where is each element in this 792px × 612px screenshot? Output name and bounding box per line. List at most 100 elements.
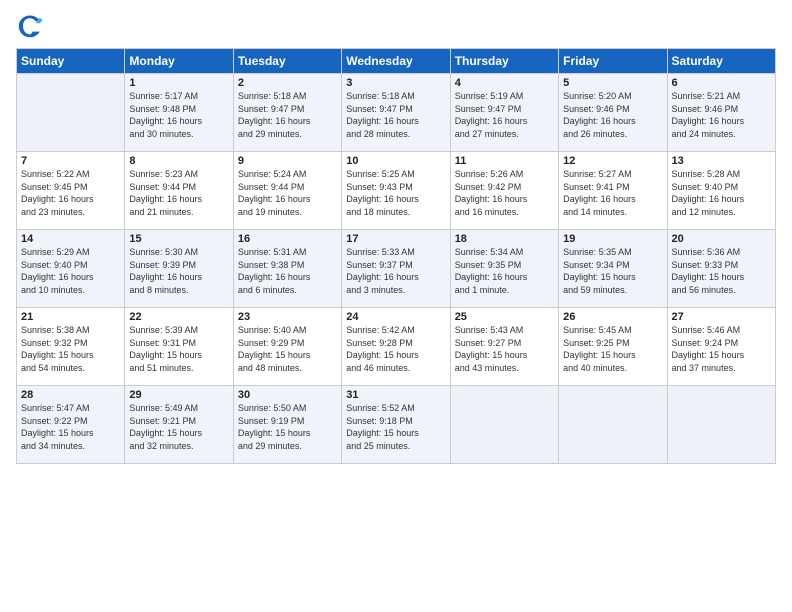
- day-number: 18: [455, 233, 554, 245]
- day-number: 21: [21, 311, 120, 323]
- day-info: Sunrise: 5:31 AMSunset: 9:38 PMDaylight:…: [238, 246, 337, 296]
- calendar-cell: 25Sunrise: 5:43 AMSunset: 9:27 PMDayligh…: [450, 308, 558, 386]
- day-info: Sunrise: 5:17 AMSunset: 9:48 PMDaylight:…: [129, 90, 228, 140]
- week-row-1: 1Sunrise: 5:17 AMSunset: 9:48 PMDaylight…: [17, 74, 776, 152]
- day-number: 14: [21, 233, 120, 245]
- calendar-cell: 5Sunrise: 5:20 AMSunset: 9:46 PMDaylight…: [559, 74, 667, 152]
- calendar-cell: 3Sunrise: 5:18 AMSunset: 9:47 PMDaylight…: [342, 74, 450, 152]
- day-info: Sunrise: 5:33 AMSunset: 9:37 PMDaylight:…: [346, 246, 445, 296]
- day-info: Sunrise: 5:49 AMSunset: 9:21 PMDaylight:…: [129, 402, 228, 452]
- weekday-header-thursday: Thursday: [450, 49, 558, 74]
- day-number: 24: [346, 311, 445, 323]
- day-number: 5: [563, 77, 662, 89]
- calendar-cell: 20Sunrise: 5:36 AMSunset: 9:33 PMDayligh…: [667, 230, 775, 308]
- day-number: 19: [563, 233, 662, 245]
- day-info: Sunrise: 5:39 AMSunset: 9:31 PMDaylight:…: [129, 324, 228, 374]
- day-info: Sunrise: 5:20 AMSunset: 9:46 PMDaylight:…: [563, 90, 662, 140]
- day-number: 26: [563, 311, 662, 323]
- day-number: 3: [346, 77, 445, 89]
- day-number: 22: [129, 311, 228, 323]
- calendar-cell: 27Sunrise: 5:46 AMSunset: 9:24 PMDayligh…: [667, 308, 775, 386]
- day-number: 2: [238, 77, 337, 89]
- calendar-cell: 12Sunrise: 5:27 AMSunset: 9:41 PMDayligh…: [559, 152, 667, 230]
- calendar-cell: 17Sunrise: 5:33 AMSunset: 9:37 PMDayligh…: [342, 230, 450, 308]
- day-number: 20: [672, 233, 771, 245]
- calendar-cell: 4Sunrise: 5:19 AMSunset: 9:47 PMDaylight…: [450, 74, 558, 152]
- calendar-cell: 7Sunrise: 5:22 AMSunset: 9:45 PMDaylight…: [17, 152, 125, 230]
- calendar-cell: [667, 386, 775, 464]
- calendar-cell: 9Sunrise: 5:24 AMSunset: 9:44 PMDaylight…: [233, 152, 341, 230]
- weekday-header-monday: Monday: [125, 49, 233, 74]
- calendar-cell: 19Sunrise: 5:35 AMSunset: 9:34 PMDayligh…: [559, 230, 667, 308]
- day-number: 4: [455, 77, 554, 89]
- day-number: 1: [129, 77, 228, 89]
- day-info: Sunrise: 5:42 AMSunset: 9:28 PMDaylight:…: [346, 324, 445, 374]
- week-row-5: 28Sunrise: 5:47 AMSunset: 9:22 PMDayligh…: [17, 386, 776, 464]
- calendar-cell: 1Sunrise: 5:17 AMSunset: 9:48 PMDaylight…: [125, 74, 233, 152]
- day-number: 28: [21, 389, 120, 401]
- week-row-4: 21Sunrise: 5:38 AMSunset: 9:32 PMDayligh…: [17, 308, 776, 386]
- day-info: Sunrise: 5:35 AMSunset: 9:34 PMDaylight:…: [563, 246, 662, 296]
- week-row-3: 14Sunrise: 5:29 AMSunset: 9:40 PMDayligh…: [17, 230, 776, 308]
- day-number: 25: [455, 311, 554, 323]
- day-number: 27: [672, 311, 771, 323]
- day-info: Sunrise: 5:26 AMSunset: 9:42 PMDaylight:…: [455, 168, 554, 218]
- day-number: 12: [563, 155, 662, 167]
- calendar-cell: 24Sunrise: 5:42 AMSunset: 9:28 PMDayligh…: [342, 308, 450, 386]
- calendar-cell: 29Sunrise: 5:49 AMSunset: 9:21 PMDayligh…: [125, 386, 233, 464]
- day-info: Sunrise: 5:40 AMSunset: 9:29 PMDaylight:…: [238, 324, 337, 374]
- header: [16, 12, 776, 40]
- calendar-cell: 8Sunrise: 5:23 AMSunset: 9:44 PMDaylight…: [125, 152, 233, 230]
- weekday-header-tuesday: Tuesday: [233, 49, 341, 74]
- day-info: Sunrise: 5:19 AMSunset: 9:47 PMDaylight:…: [455, 90, 554, 140]
- day-info: Sunrise: 5:36 AMSunset: 9:33 PMDaylight:…: [672, 246, 771, 296]
- calendar-cell: 16Sunrise: 5:31 AMSunset: 9:38 PMDayligh…: [233, 230, 341, 308]
- calendar-cell: 15Sunrise: 5:30 AMSunset: 9:39 PMDayligh…: [125, 230, 233, 308]
- day-number: 6: [672, 77, 771, 89]
- day-info: Sunrise: 5:50 AMSunset: 9:19 PMDaylight:…: [238, 402, 337, 452]
- page-container: SundayMondayTuesdayWednesdayThursdayFrid…: [0, 0, 792, 612]
- week-row-2: 7Sunrise: 5:22 AMSunset: 9:45 PMDaylight…: [17, 152, 776, 230]
- weekday-header-wednesday: Wednesday: [342, 49, 450, 74]
- calendar-cell: 26Sunrise: 5:45 AMSunset: 9:25 PMDayligh…: [559, 308, 667, 386]
- day-info: Sunrise: 5:43 AMSunset: 9:27 PMDaylight:…: [455, 324, 554, 374]
- day-info: Sunrise: 5:46 AMSunset: 9:24 PMDaylight:…: [672, 324, 771, 374]
- day-info: Sunrise: 5:25 AMSunset: 9:43 PMDaylight:…: [346, 168, 445, 218]
- day-info: Sunrise: 5:45 AMSunset: 9:25 PMDaylight:…: [563, 324, 662, 374]
- day-number: 7: [21, 155, 120, 167]
- day-info: Sunrise: 5:23 AMSunset: 9:44 PMDaylight:…: [129, 168, 228, 218]
- day-number: 29: [129, 389, 228, 401]
- day-number: 13: [672, 155, 771, 167]
- calendar-cell: [559, 386, 667, 464]
- calendar-cell: 22Sunrise: 5:39 AMSunset: 9:31 PMDayligh…: [125, 308, 233, 386]
- logo: [16, 12, 48, 40]
- day-number: 30: [238, 389, 337, 401]
- calendar-cell: 28Sunrise: 5:47 AMSunset: 9:22 PMDayligh…: [17, 386, 125, 464]
- day-number: 15: [129, 233, 228, 245]
- calendar-cell: 11Sunrise: 5:26 AMSunset: 9:42 PMDayligh…: [450, 152, 558, 230]
- calendar-cell: 21Sunrise: 5:38 AMSunset: 9:32 PMDayligh…: [17, 308, 125, 386]
- calendar-cell: 2Sunrise: 5:18 AMSunset: 9:47 PMDaylight…: [233, 74, 341, 152]
- calendar-cell: 6Sunrise: 5:21 AMSunset: 9:46 PMDaylight…: [667, 74, 775, 152]
- weekday-header-sunday: Sunday: [17, 49, 125, 74]
- calendar-cell: [17, 74, 125, 152]
- day-info: Sunrise: 5:38 AMSunset: 9:32 PMDaylight:…: [21, 324, 120, 374]
- weekday-header-friday: Friday: [559, 49, 667, 74]
- day-info: Sunrise: 5:34 AMSunset: 9:35 PMDaylight:…: [455, 246, 554, 296]
- day-info: Sunrise: 5:27 AMSunset: 9:41 PMDaylight:…: [563, 168, 662, 218]
- day-number: 11: [455, 155, 554, 167]
- day-info: Sunrise: 5:47 AMSunset: 9:22 PMDaylight:…: [21, 402, 120, 452]
- calendar-table: SundayMondayTuesdayWednesdayThursdayFrid…: [16, 48, 776, 464]
- calendar-cell: 14Sunrise: 5:29 AMSunset: 9:40 PMDayligh…: [17, 230, 125, 308]
- day-info: Sunrise: 5:22 AMSunset: 9:45 PMDaylight:…: [21, 168, 120, 218]
- calendar-cell: 13Sunrise: 5:28 AMSunset: 9:40 PMDayligh…: [667, 152, 775, 230]
- day-info: Sunrise: 5:18 AMSunset: 9:47 PMDaylight:…: [238, 90, 337, 140]
- weekday-header-row: SundayMondayTuesdayWednesdayThursdayFrid…: [17, 49, 776, 74]
- day-number: 31: [346, 389, 445, 401]
- day-number: 8: [129, 155, 228, 167]
- day-number: 23: [238, 311, 337, 323]
- day-info: Sunrise: 5:21 AMSunset: 9:46 PMDaylight:…: [672, 90, 771, 140]
- day-info: Sunrise: 5:28 AMSunset: 9:40 PMDaylight:…: [672, 168, 771, 218]
- calendar-cell: [450, 386, 558, 464]
- day-number: 17: [346, 233, 445, 245]
